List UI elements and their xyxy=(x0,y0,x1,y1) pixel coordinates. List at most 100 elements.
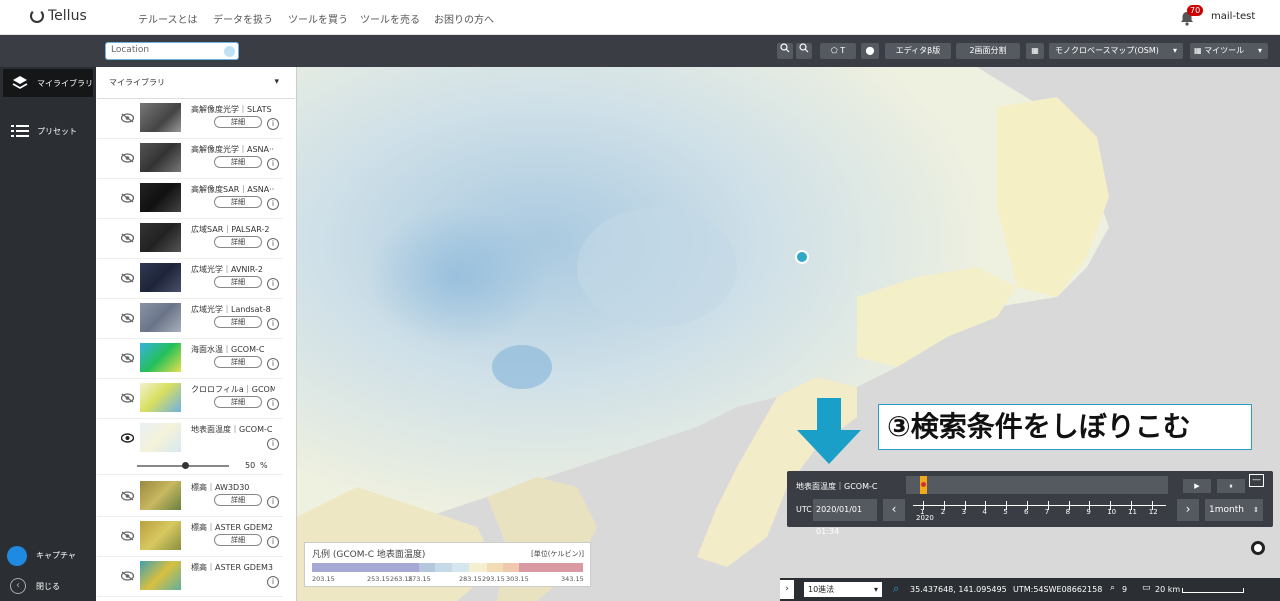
close-label[interactable]: 閉じる xyxy=(36,581,60,592)
capture-label[interactable]: キャプチャ xyxy=(36,550,76,561)
pause-button[interactable]: ⏸ xyxy=(1217,479,1245,493)
user-name[interactable]: mail-test xyxy=(1211,11,1255,22)
chevron-down-icon[interactable]: ▾ xyxy=(274,77,279,87)
month-axis[interactable] xyxy=(913,505,1166,506)
panel-header[interactable]: マイライブラリ ▾ xyxy=(97,67,295,99)
play-button[interactable]: ▶ xyxy=(1183,479,1211,493)
mytools-menu[interactable]: ▦ マイツール ▾ xyxy=(1190,43,1268,59)
split-screen-button[interactable]: 2画面分割 xyxy=(956,43,1020,59)
info-icon[interactable]: i xyxy=(267,318,279,330)
sidebar-item-library[interactable]: マイライブラリ xyxy=(3,69,93,97)
camera-icon[interactable] xyxy=(7,546,27,566)
eye-off-icon[interactable] xyxy=(121,233,134,243)
layer-title: 標高｜ASTER GDEM3 xyxy=(191,563,273,572)
opacity-slider[interactable] xyxy=(137,462,229,469)
pin-button[interactable]: ⬤ xyxy=(861,43,879,59)
callout-text: ③検索条件をしぼりこむ xyxy=(887,410,1191,443)
info-icon[interactable]: i xyxy=(267,438,279,450)
detail-button[interactable]: 詳細 xyxy=(214,534,262,546)
info-icon[interactable]: i xyxy=(267,536,279,548)
interval-select[interactable]: 1month ⇕ xyxy=(1205,499,1263,521)
opacity-value: 50 xyxy=(245,461,256,470)
zoom-in-button[interactable] xyxy=(777,43,793,59)
grid-button[interactable]: ▦ xyxy=(1026,43,1044,59)
sidebar-item-preset[interactable]: プリセット xyxy=(3,117,93,145)
eye-off-icon[interactable] xyxy=(121,491,134,501)
location-marker[interactable] xyxy=(795,250,809,264)
layer-title: 標高｜AW3D30 xyxy=(191,483,250,492)
ruler-icon: ▭ xyxy=(1142,583,1151,593)
eye-icon[interactable] xyxy=(121,433,134,443)
draw-tools[interactable]: ⬠ T xyxy=(820,43,856,59)
next-button[interactable]: › xyxy=(1177,499,1199,521)
logo[interactable]: Tellus xyxy=(30,8,87,24)
opacity-slider-handle[interactable] xyxy=(182,462,189,469)
month-label: 2 xyxy=(940,508,946,516)
detail-button[interactable]: 詳細 xyxy=(214,196,262,208)
instruction-callout: ③検索条件をしぼりこむ xyxy=(878,404,1252,450)
nav-link-about[interactable]: テルースとは xyxy=(138,11,213,26)
expand-handle[interactable]: › xyxy=(780,580,794,599)
grid-icon: ▦ xyxy=(1031,46,1039,55)
search-icon[interactable]: ⌕ xyxy=(893,582,899,596)
eye-off-icon[interactable] xyxy=(121,353,134,363)
info-icon[interactable]: i xyxy=(267,398,279,410)
basemap-select[interactable]: モノクロベースマップ(OSM) ▾ xyxy=(1049,43,1183,59)
opacity-unit: % xyxy=(260,461,268,470)
play-icon: ▶ xyxy=(1194,482,1200,490)
month-label: 10 xyxy=(1107,508,1117,516)
zoom-out-button[interactable] xyxy=(796,43,812,59)
eye-off-icon[interactable] xyxy=(121,571,134,581)
minimize-button[interactable]: — xyxy=(1249,474,1264,487)
detail-button[interactable]: 詳細 xyxy=(214,316,262,328)
locate-me-icon[interactable] xyxy=(1251,541,1265,555)
nav-link-data[interactable]: データを扱う xyxy=(213,11,288,26)
layer-title: 地表面温度｜GCOM-C xyxy=(191,425,273,434)
info-icon[interactable]: i xyxy=(267,496,279,508)
eye-off-icon[interactable] xyxy=(121,273,134,283)
detail-button[interactable]: 詳細 xyxy=(214,156,262,168)
eye-off-icon[interactable] xyxy=(121,113,134,123)
location-search-input[interactable]: Location xyxy=(105,42,239,60)
coord-format-select[interactable]: 10進法 ▾ xyxy=(804,582,882,597)
polygon-icon[interactable]: ⬠ xyxy=(831,46,838,55)
info-icon[interactable]: i xyxy=(267,358,279,370)
datetime-field[interactable]: 2020/01/01 01:34 xyxy=(813,499,877,536)
eye-off-icon[interactable] xyxy=(121,153,134,163)
layer-thumbnail xyxy=(140,481,181,510)
eye-off-icon[interactable] xyxy=(121,313,134,323)
info-icon[interactable]: i xyxy=(267,238,279,250)
info-icon[interactable]: i xyxy=(267,198,279,210)
editor-label: エディタβ版 xyxy=(895,46,941,55)
eye-off-icon[interactable] xyxy=(121,193,134,203)
nav-link-help[interactable]: お困りの方へ xyxy=(434,11,514,26)
layer-title: 海面水温｜GCOM-C xyxy=(191,345,265,354)
legend-tick-label: 283.15 xyxy=(459,575,482,583)
eye-off-icon[interactable] xyxy=(121,531,134,541)
info-icon[interactable]: i xyxy=(267,158,279,170)
detail-button[interactable]: 詳細 xyxy=(214,494,262,506)
search-icon[interactable] xyxy=(224,46,235,57)
detail-button[interactable]: 詳細 xyxy=(214,116,262,128)
nav-link-sell-tools[interactable]: ツールを売る xyxy=(360,11,434,26)
detail-button[interactable]: 詳細 xyxy=(214,236,262,248)
info-icon[interactable]: i xyxy=(267,278,279,290)
eye-off-icon[interactable] xyxy=(121,393,134,403)
info-icon[interactable]: i xyxy=(267,576,279,588)
info-icon[interactable]: i xyxy=(267,118,279,130)
detail-button[interactable]: 詳細 xyxy=(214,276,262,288)
notification-badge: 70 xyxy=(1187,5,1204,16)
editor-button[interactable]: エディタβ版 xyxy=(885,43,951,59)
prev-button[interactable]: ‹ xyxy=(883,499,905,521)
detail-button[interactable]: 詳細 xyxy=(214,396,262,408)
month-label: 12 xyxy=(1148,508,1158,516)
collapse-icon[interactable]: ‹ xyxy=(10,578,26,594)
library-panel: マイライブラリ ▾ 高解像度光学｜SLATS 詳細 i 高解像度光学｜ASNA·… xyxy=(97,67,390,601)
text-tool-icon[interactable]: T xyxy=(840,46,845,55)
chevron-right-icon: › xyxy=(785,584,789,594)
detail-button[interactable]: 詳細 xyxy=(214,356,262,368)
utc-label: UTC xyxy=(796,505,812,514)
layer-title: 広域SAR｜PALSAR-2 xyxy=(191,225,270,234)
timeline-range-bar[interactable] xyxy=(906,476,1168,494)
nav-link-buy-tools[interactable]: ツールを買う xyxy=(288,11,360,26)
